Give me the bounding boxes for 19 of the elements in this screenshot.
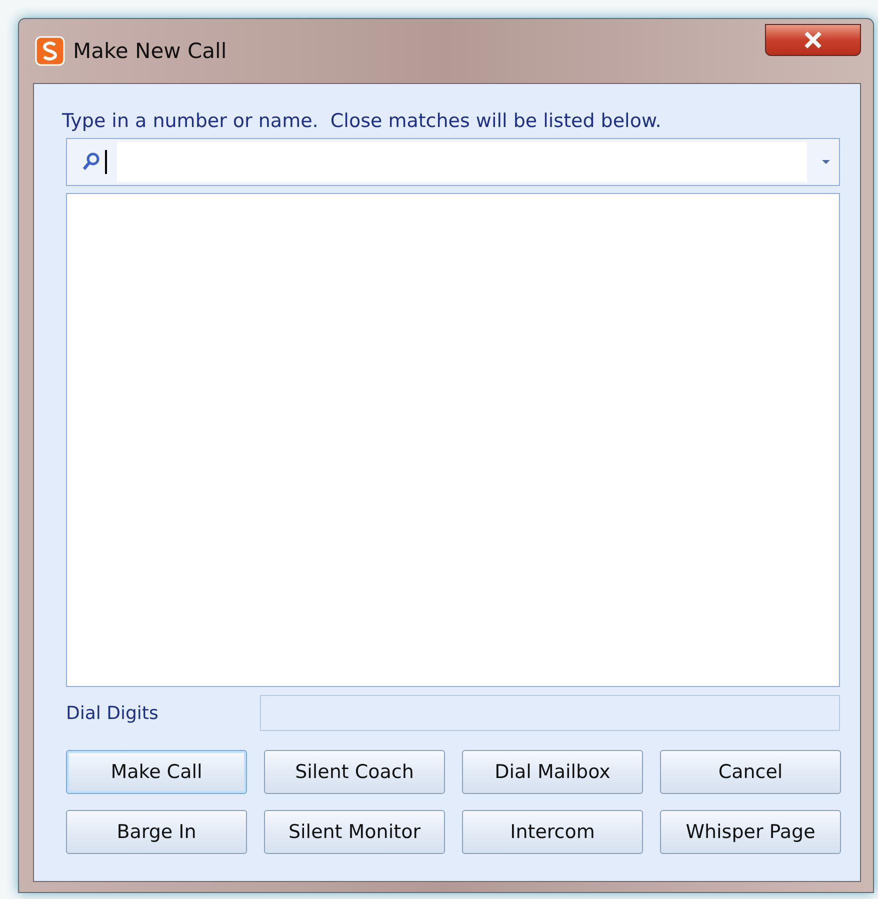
action-button[interactable]: Cancel [660, 750, 841, 794]
search-instruction: Type in a number or name. Close matches will be listed below. [62, 110, 662, 132]
action-button[interactable]: Whisper Page [660, 810, 841, 854]
app-logo-icon [35, 36, 65, 66]
search-icon [81, 152, 101, 172]
action-button[interactable]: Silent Coach [264, 750, 445, 794]
close-button[interactable] [765, 24, 861, 56]
window-title: Make New Call [73, 39, 228, 63]
search-field[interactable] [66, 138, 840, 186]
action-button[interactable]: Dial Mailbox [462, 750, 643, 794]
action-button[interactable]: Intercom [462, 810, 643, 854]
close-icon [803, 31, 823, 49]
text-cursor [105, 150, 107, 174]
dial-digits-field[interactable] [260, 695, 840, 731]
dropdown-caret-icon[interactable] [821, 159, 831, 165]
action-button[interactable]: Barge In [66, 810, 247, 854]
action-button[interactable]: Silent Monitor [264, 810, 445, 854]
action-button[interactable]: Make Call [66, 750, 247, 794]
dial-digits-label: Dial Digits [66, 702, 160, 724]
